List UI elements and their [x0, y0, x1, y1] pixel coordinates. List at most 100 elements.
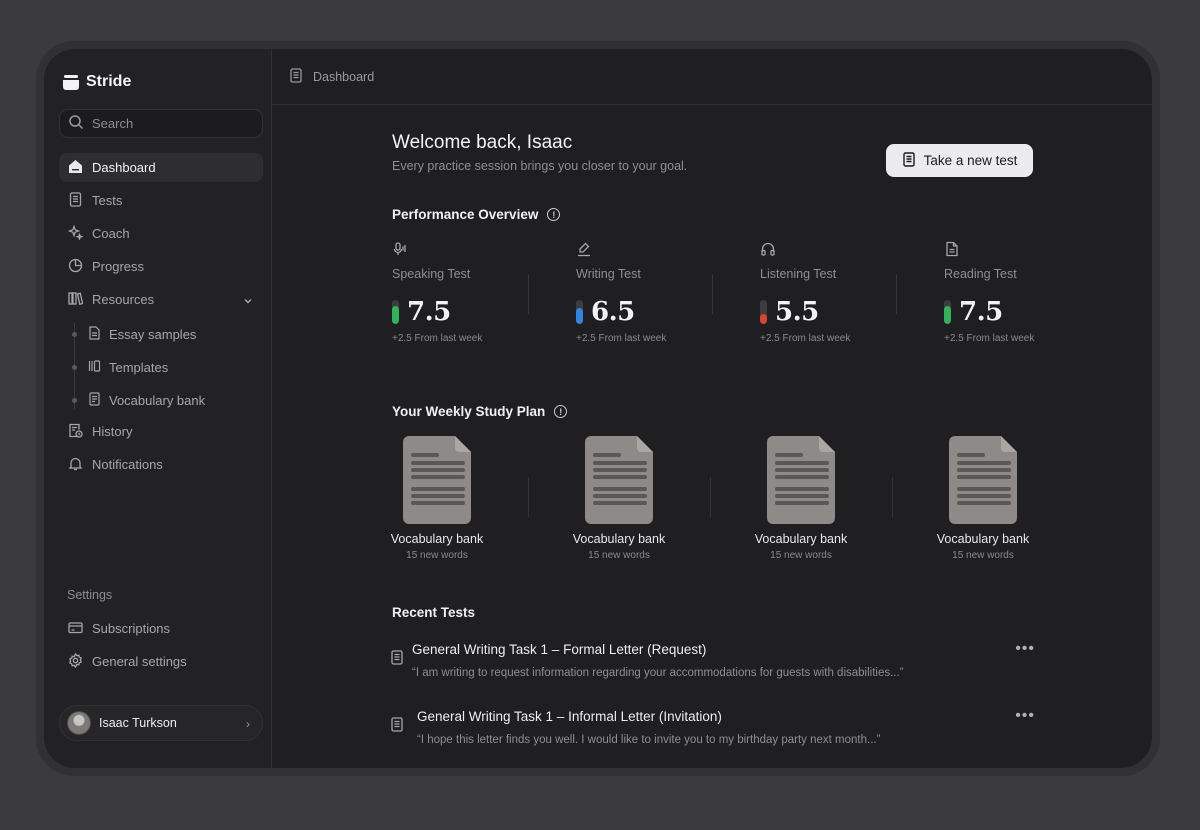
sidebar-item-label: Coach [92, 226, 130, 241]
search-icon [68, 114, 84, 133]
score-level-bar [944, 300, 951, 324]
sidebar-item-tests[interactable]: Tests [59, 186, 263, 215]
notebook-icon [902, 151, 916, 170]
sidebar-item-resources[interactable]: Resources [59, 285, 263, 314]
study-plan-heading: Your Weekly Study Plan ! [392, 404, 568, 419]
info-icon[interactable]: ! [547, 208, 561, 221]
sidebar-item-general-settings[interactable]: General settings [59, 647, 263, 676]
pen-icon [576, 241, 726, 259]
user-profile-button[interactable]: Isaac Turkson › [59, 705, 263, 741]
sidebar-item-label: Resources [92, 292, 155, 307]
sidebar-item-label: Subscriptions [92, 621, 171, 636]
sidebar-item-label: Tests [92, 193, 123, 208]
sidebar-item-progress[interactable]: Progress [59, 252, 263, 281]
sidebar-item-history[interactable]: History [59, 417, 263, 446]
file-text-icon [88, 325, 101, 343]
test-excerpt: “I am writing to request information reg… [412, 667, 904, 679]
document-icon [949, 436, 1017, 524]
plan-name: Vocabulary bank [936, 532, 1030, 546]
document-icon [585, 436, 653, 524]
stat-listening[interactable]: Listening Test 5.5 +2.5 From last week [760, 241, 910, 344]
stat-delta: +2.5 From last week [392, 333, 483, 344]
more-options-icon[interactable]: ••• [1015, 640, 1035, 658]
study-plan-card[interactable]: Vocabulary bank 15 new words [746, 436, 856, 561]
divider [712, 274, 713, 314]
sidebar-item-label: Progress [92, 259, 145, 274]
stat-name: Reading Test [944, 267, 1017, 281]
stat-writing[interactable]: Writing Test 6.5 +2.5 From last week [576, 241, 726, 344]
pie-chart-icon [68, 258, 83, 276]
sidebar-item-dashboard[interactable]: Dashboard [59, 153, 263, 182]
section-title: Recent Tests [392, 605, 476, 620]
score-level-bar [392, 300, 399, 324]
plan-count: 15 new words [952, 550, 1014, 561]
stat-delta: +2.5 From last week [760, 333, 851, 344]
sidebar-item-subscriptions[interactable]: Subscriptions [59, 614, 263, 643]
sidebar-item-templates[interactable]: Templates [88, 354, 168, 380]
divider [528, 477, 529, 517]
notebook-icon [68, 191, 83, 210]
test-excerpt: “I hope this letter finds you well. I wo… [417, 734, 881, 746]
sidebar-item-label: Notifications [92, 457, 163, 472]
user-name: Isaac Turkson [99, 716, 177, 730]
recent-tests-heading: Recent Tests [392, 605, 475, 620]
app-window: Stride Search Dashboard Tests Coach Prog… [44, 49, 1152, 768]
breadcrumb[interactable]: Dashboard [313, 70, 374, 84]
headphones-icon [760, 241, 910, 259]
templates-icon [88, 359, 101, 376]
sidebar-item-coach[interactable]: Coach [59, 219, 263, 248]
stride-logo-icon [63, 74, 79, 90]
plan-name: Vocabulary bank [390, 532, 484, 546]
take-new-test-button[interactable]: Take a new test [886, 144, 1033, 177]
microphone-icon [392, 241, 542, 259]
stat-name: Writing Test [576, 267, 641, 281]
study-plan-card[interactable]: Vocabulary bank 15 new words [382, 436, 492, 561]
sidebar-item-vocabulary-bank[interactable]: Vocabulary bank [88, 387, 205, 413]
brand[interactable]: Stride [63, 73, 131, 91]
notebook-icon [390, 717, 404, 737]
book-icon [944, 241, 1094, 259]
plan-count: 15 new words [406, 550, 468, 561]
sidebar-item-essay-samples[interactable]: Essay samples [88, 321, 196, 347]
sidebar-subitem-label: Vocabulary bank [109, 392, 206, 408]
section-title: Performance Overview [392, 207, 539, 222]
tree-dot [72, 398, 77, 403]
section-title: Your Weekly Study Plan [392, 404, 546, 419]
score-level-bar [576, 300, 583, 324]
notebook-icon [390, 650, 404, 670]
stat-delta: +2.5 From last week [576, 333, 667, 344]
sparkle-icon [67, 224, 84, 243]
sidebar: Stride Search Dashboard Tests Coach Prog… [44, 49, 272, 768]
home-icon [68, 159, 83, 177]
plan-name: Vocabulary bank [572, 532, 666, 546]
study-plan-card[interactable]: Vocabulary bank 15 new words [928, 436, 1038, 561]
history-icon [68, 423, 83, 441]
divider [892, 477, 893, 517]
chevron-right-icon: › [246, 717, 250, 731]
stat-reading[interactable]: Reading Test 7.5 +2.5 From last week [944, 241, 1094, 344]
divider [896, 274, 897, 314]
info-icon[interactable]: ! [554, 405, 568, 418]
search-input[interactable]: Search [59, 109, 263, 138]
stat-speaking[interactable]: Speaking Test 7.5 +2.5 From last week [392, 241, 542, 344]
document-icon [767, 436, 835, 524]
divider [710, 477, 711, 517]
divider [528, 274, 529, 314]
stat-value: 7.5 [959, 297, 1003, 327]
stat-value: 6.5 [591, 297, 635, 327]
notebook-icon [289, 67, 303, 86]
study-plan-card[interactable]: Vocabulary bank 15 new words [564, 436, 674, 561]
performance-heading: Performance Overview ! [392, 207, 561, 222]
app-name: Stride [86, 73, 132, 90]
stat-delta: +2.5 From last week [944, 333, 1035, 344]
chevron-down-icon[interactable] [243, 294, 253, 309]
page-subtitle: Every practice session brings you closer… [392, 159, 688, 173]
document-icon [403, 436, 471, 524]
stat-value: 5.5 [775, 297, 819, 327]
avatar [67, 711, 91, 735]
bell-icon [68, 456, 83, 474]
gear-icon [68, 652, 83, 671]
sidebar-subitem-label: Templates [109, 359, 169, 375]
sidebar-item-notifications[interactable]: Notifications [59, 450, 263, 479]
more-options-icon[interactable]: ••• [1015, 707, 1035, 725]
